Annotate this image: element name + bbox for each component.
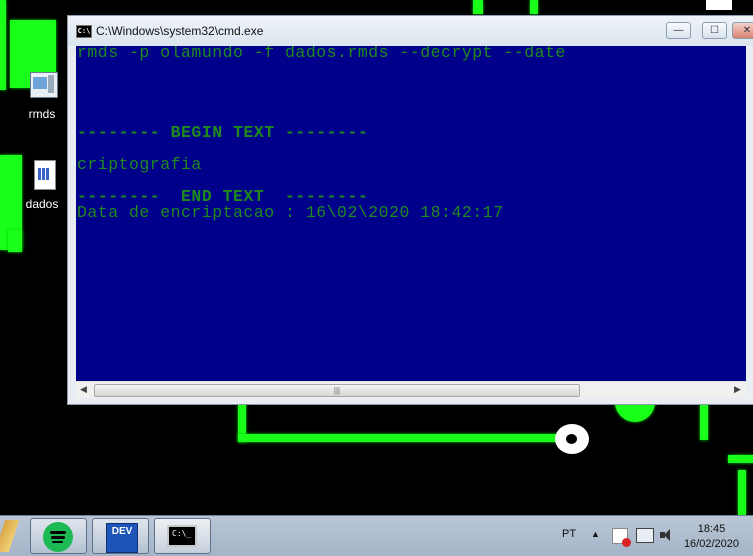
taskbar: DEV C:\_ PT ▲ 18:45 16/02/2020	[0, 515, 753, 556]
clock-date: 16/02/2020	[683, 538, 739, 550]
tray-arrow-icon[interactable]: ▲	[591, 529, 600, 539]
console-output[interactable]: rmds -p olamundo -f dados.rmds --decrypt…	[76, 46, 746, 381]
decrypted-text: criptografia	[77, 155, 202, 174]
command-line: rmds -p olamundo -f dados.rmds --decrypt…	[77, 46, 566, 62]
taskbar-button-dev-cpp[interactable]: DEV	[92, 518, 149, 554]
dev-icon: DEV	[106, 523, 138, 553]
cmd-icon: C:\	[76, 25, 92, 38]
network-icon[interactable]	[636, 528, 654, 543]
window-title: C:\Windows\system32\cmd.exe	[96, 24, 264, 38]
clock-time: 18:45	[697, 523, 726, 535]
desktop-icon-rmds[interactable]: rmds	[17, 70, 67, 121]
taskbar-button-cmd[interactable]: C:\_	[154, 518, 211, 554]
spotify-icon	[43, 522, 73, 552]
scroll-right-icon[interactable]: ▶	[734, 384, 741, 395]
taskbar-button-spotify[interactable]	[30, 518, 87, 554]
desktop-icon-dados[interactable]: dados	[17, 160, 67, 211]
desktop-icon-label: dados	[25, 197, 59, 211]
app-icon	[26, 70, 58, 104]
window-titlebar[interactable]: C:\ C:\Windows\system32\cmd.exe — ☐ ✕	[68, 16, 753, 46]
action-center-icon[interactable]	[612, 528, 631, 547]
language-indicator[interactable]: PT	[562, 528, 576, 540]
minimize-button[interactable]: —	[666, 22, 691, 39]
maximize-button[interactable]: ☐	[702, 22, 727, 39]
document-icon	[26, 160, 58, 194]
system-clock[interactable]: 18:45 16/02/2020	[684, 522, 739, 552]
pencil-icon[interactable]	[0, 520, 20, 552]
encryption-date: Data de encriptacao : 16\02\2020 18:42:1…	[77, 203, 504, 222]
begin-text-marker: -------- BEGIN TEXT --------	[77, 123, 369, 142]
wallpaper-white-box	[706, 0, 732, 10]
cmd-icon: C:\_	[167, 525, 197, 547]
close-button[interactable]: ✕	[732, 22, 753, 39]
cmd-window[interactable]: C:\ C:\Windows\system32\cmd.exe — ☐ ✕ rm…	[67, 15, 753, 405]
horizontal-scrollbar[interactable]: ◀ ||| ▶	[76, 381, 746, 398]
scrollbar-thumb[interactable]: |||	[94, 384, 580, 397]
volume-icon[interactable]	[660, 528, 674, 542]
desktop-icon-label: rmds	[28, 107, 56, 121]
scroll-left-icon[interactable]: ◀	[80, 384, 87, 395]
